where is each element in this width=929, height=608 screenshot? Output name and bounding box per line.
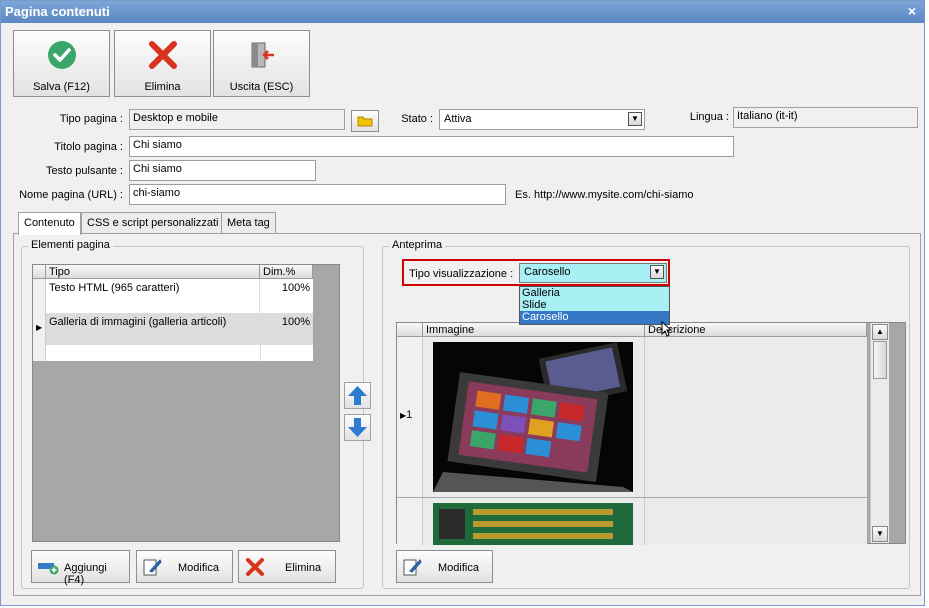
scroll-up-icon[interactable]: ▲ xyxy=(872,324,888,340)
column-header-image[interactable]: Immagine xyxy=(423,323,645,337)
title-input[interactable]: Chi siamo xyxy=(129,136,734,157)
status-label: Stato : xyxy=(401,113,433,125)
column-header-type[interactable]: Tipo xyxy=(46,265,260,279)
option-slide[interactable]: Slide xyxy=(520,299,669,311)
motherboard-image xyxy=(433,503,633,545)
content-tab-panel: Elementi pagina Tipo Dim.% Testo HTML (9… xyxy=(13,233,921,596)
folder-icon xyxy=(357,116,373,127)
move-down-button[interactable] xyxy=(344,414,371,441)
chevron-down-icon[interactable]: ▼ xyxy=(650,265,664,279)
delete-element-label: Elimina xyxy=(285,562,322,574)
edit-element-label: Modifica xyxy=(178,562,219,574)
delete-x-icon xyxy=(246,558,264,576)
grid-header-corner xyxy=(397,323,423,337)
button-text-label: Testo pulsante : xyxy=(45,165,123,177)
row-type: Testo HTML (965 caratteri) xyxy=(46,279,260,313)
display-type-label: Tipo visualizzazione : xyxy=(409,268,514,280)
grid-header-corner xyxy=(33,265,46,279)
exit-button-label: Uscita (ESC) xyxy=(229,81,294,93)
page-elements-group: Elementi pagina Tipo Dim.% Testo HTML (9… xyxy=(21,239,364,589)
row-index: 1 xyxy=(406,409,413,421)
tab-meta-tag[interactable]: Meta tag xyxy=(221,212,276,234)
edit-preview-button[interactable]: Modifica xyxy=(396,550,493,583)
delete-element-button[interactable]: Elimina xyxy=(238,550,336,583)
preview-title: Anteprima xyxy=(389,239,446,251)
laptop-image xyxy=(433,342,633,492)
row-size: 100% xyxy=(281,316,310,328)
url-hint: Es. http://www.mysite.com/chi-siamo xyxy=(515,189,694,201)
tab-content[interactable]: Contenuto xyxy=(18,212,81,235)
row-selector[interactable] xyxy=(33,345,46,361)
display-type-value: Carosello xyxy=(524,266,571,278)
page-type-label: Tipo pagina : xyxy=(59,113,123,125)
edit-preview-label: Modifica xyxy=(438,562,479,574)
arrow-up-icon xyxy=(348,386,367,405)
table-row[interactable]: ▶1 xyxy=(397,337,867,497)
table-row[interactable] xyxy=(397,498,867,545)
row-divider xyxy=(260,345,267,361)
scroll-down-icon[interactable]: ▼ xyxy=(872,526,888,542)
edit-element-button[interactable]: Modifica xyxy=(136,550,233,583)
preview-group: Anteprima Tipo visualizzazione : Carosel… xyxy=(382,239,910,589)
page-elements-grid: Tipo Dim.% Testo HTML (965 caratteri) 10… xyxy=(32,264,340,542)
description-cell xyxy=(645,337,867,497)
scrollbar-thumb[interactable] xyxy=(873,341,887,379)
preview-scrollbar[interactable]: ▲ ▼ xyxy=(870,323,889,543)
add-icon xyxy=(38,563,59,575)
image-cell xyxy=(423,337,645,497)
page-type-field: Desktop e mobile xyxy=(129,109,345,130)
url-input[interactable]: chi-siamo xyxy=(129,184,506,205)
column-header-size[interactable]: Dim.% xyxy=(260,265,313,279)
delete-button-label: Elimina xyxy=(144,81,181,93)
table-row[interactable]: ▶ Galleria di immagini (galleria articol… xyxy=(33,313,313,345)
url-label: Nome pagina (URL) : xyxy=(19,189,123,201)
row-index-cell[interactable] xyxy=(397,498,423,545)
arrow-down-icon xyxy=(348,418,367,437)
exit-door-icon xyxy=(251,42,274,68)
close-icon[interactable]: × xyxy=(908,3,916,19)
move-up-button[interactable] xyxy=(344,382,371,409)
edit-pencil-icon xyxy=(143,559,162,576)
edit-pencil-icon xyxy=(403,559,422,576)
row-type: Galleria di immagini (galleria articoli) xyxy=(49,316,227,328)
content-page-window: Pagina contenuti × Salva (F12) Elimina U… xyxy=(0,0,925,606)
row-current-indicator-icon[interactable]: ▶ xyxy=(33,313,46,345)
preview-grid: Immagine Descrizione ▶1 ▲ ▼ xyxy=(396,322,906,545)
window-title: Pagina contenuti xyxy=(5,4,110,19)
status-value: Attiva xyxy=(444,113,472,125)
page-elements-title: Elementi pagina xyxy=(28,239,113,251)
display-type-dropdown: Galleria Slide Carosello xyxy=(519,286,673,337)
button-text-input[interactable]: Chi siamo xyxy=(129,160,316,181)
check-icon xyxy=(48,41,76,69)
mouse-cursor-icon xyxy=(661,321,673,337)
save-button[interactable]: Salva (F12) xyxy=(13,30,110,97)
title-label: Titolo pagina : xyxy=(54,141,123,153)
add-element-button[interactable]: Aggiungi (F4) xyxy=(31,550,130,586)
option-carosello[interactable]: Carosello xyxy=(520,311,669,324)
table-row[interactable]: Testo HTML (965 caratteri) 100% xyxy=(33,279,313,313)
title-bar: Pagina contenuti × xyxy=(1,1,924,23)
display-type-select[interactable]: Carosello ▼ xyxy=(519,263,667,283)
row-selector[interactable] xyxy=(33,279,46,313)
language-field: Italiano (it-it) xyxy=(733,107,918,128)
row-index-cell[interactable]: ▶1 xyxy=(397,337,423,497)
chevron-down-icon[interactable]: ▼ xyxy=(628,112,642,126)
table-row-new[interactable] xyxy=(33,345,313,361)
row-size: 100% xyxy=(281,282,310,294)
delete-x-icon xyxy=(149,41,177,69)
page-type-select-button[interactable] xyxy=(351,110,379,132)
image-cell xyxy=(423,498,645,545)
delete-button[interactable]: Elimina xyxy=(114,30,211,97)
save-button-label: Salva (F12) xyxy=(33,81,90,93)
tab-css-script[interactable]: CSS e script personalizzati xyxy=(81,212,225,234)
language-label: Lingua : xyxy=(689,111,729,123)
add-element-label: Aggiungi (F4) xyxy=(64,562,107,586)
option-galleria[interactable]: Galleria xyxy=(520,287,669,299)
status-select[interactable]: Attiva ▼ xyxy=(439,109,645,130)
description-cell xyxy=(645,498,867,545)
column-header-description[interactable]: Descrizione xyxy=(645,323,867,337)
exit-button[interactable]: Uscita (ESC) xyxy=(213,30,310,97)
